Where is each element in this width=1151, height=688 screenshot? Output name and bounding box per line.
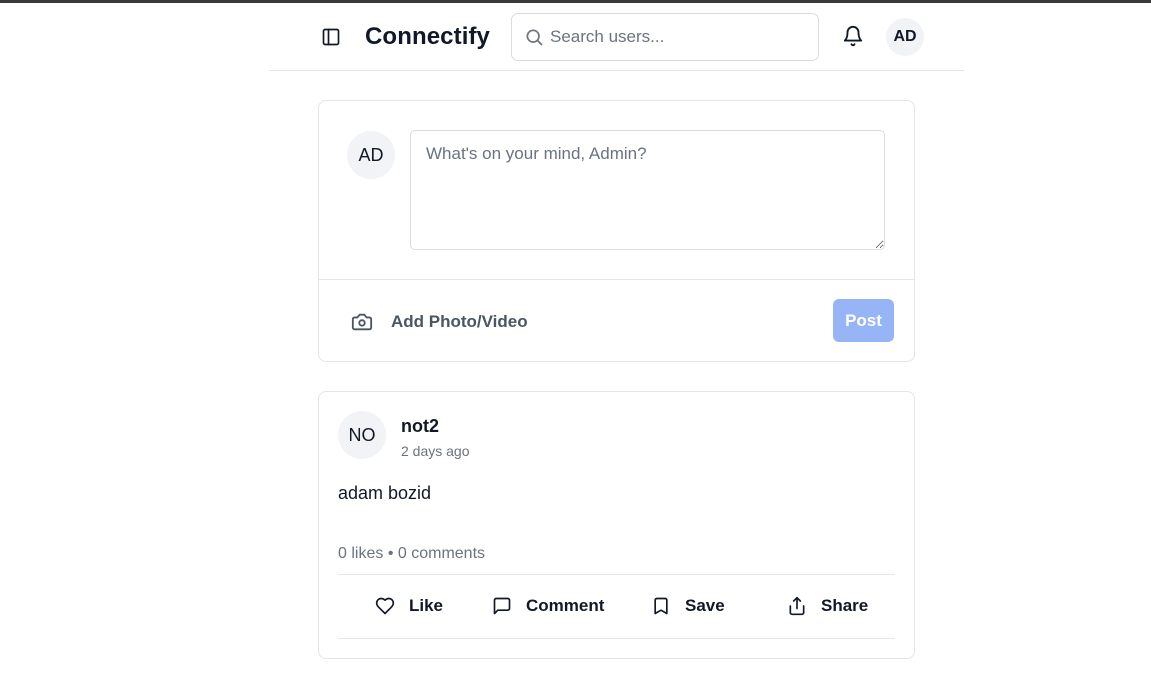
like-label: Like	[409, 596, 444, 615]
search-box	[511, 13, 819, 61]
composer-avatar: AD	[347, 131, 395, 179]
stats-separator: •	[387, 545, 394, 562]
bookmark-icon	[654, 597, 668, 615]
search-input[interactable]	[550, 14, 812, 60]
share-label: Share	[821, 596, 869, 615]
panel-left-icon	[322, 28, 340, 46]
camera-icon	[351, 313, 373, 331]
brand-logo-text[interactable]: Connectify	[365, 23, 490, 51]
create-post-card: AD Add Photo/Video Post	[318, 100, 915, 362]
heart-icon	[375, 597, 395, 615]
share-icon	[789, 596, 805, 616]
post-button[interactable]: Post	[833, 299, 894, 342]
composer-divider	[319, 279, 914, 280]
search-icon	[526, 29, 543, 46]
post-content: adam bozid	[338, 483, 432, 503]
post-divider-top	[338, 574, 895, 575]
bell-icon	[843, 26, 863, 47]
comment-button[interactable]: Comment	[492, 588, 604, 624]
save-label: Save	[685, 596, 725, 615]
post-author-name[interactable]: not2	[401, 416, 439, 437]
user-avatar-menu[interactable]: AD	[886, 18, 924, 56]
notifications-button[interactable]	[842, 25, 864, 47]
share-button[interactable]: Share	[787, 588, 868, 624]
likes-count: 0 likes	[338, 545, 384, 562]
post-timestamp: 2 days ago	[401, 443, 470, 459]
post-stats: 0 likes • 0 comments	[338, 545, 485, 563]
add-photo-video-label: Add Photo/Video	[391, 312, 528, 331]
post-card: NO not2 2 days ago adam bozid 0 likes • …	[318, 391, 915, 659]
save-button[interactable]: Save	[651, 588, 725, 624]
post-divider-bottom	[338, 638, 895, 639]
comment-label: Comment	[526, 596, 605, 615]
top-navbar: Connectify AD	[269, 3, 964, 71]
post-text-area[interactable]	[410, 130, 885, 250]
add-photo-video-button[interactable]: Add Photo/Video	[351, 308, 528, 336]
sidebar-toggle-button[interactable]	[319, 25, 343, 49]
post-author-avatar[interactable]: NO	[338, 411, 386, 459]
comments-count: 0 comments	[397, 545, 486, 562]
like-button[interactable]: Like	[375, 588, 443, 624]
message-square-icon	[493, 597, 511, 615]
